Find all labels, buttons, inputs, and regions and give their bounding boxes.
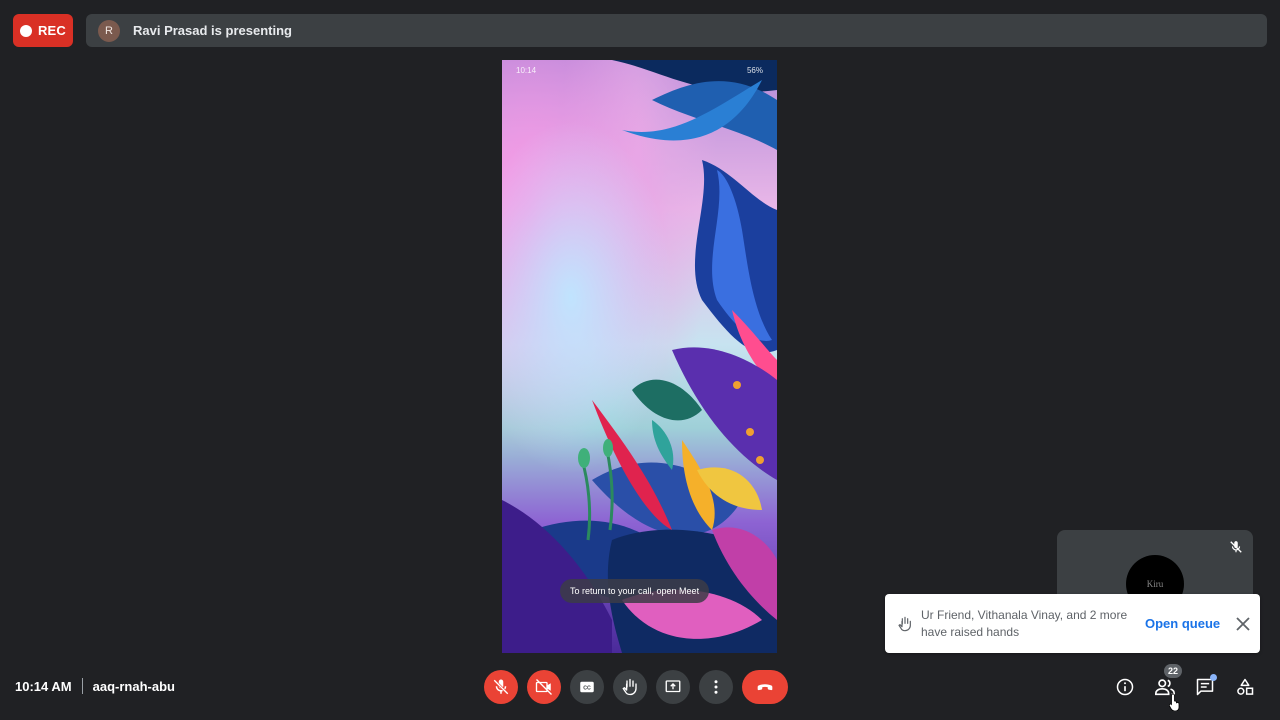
recording-label: REC [37,23,67,38]
footer-divider [81,678,83,694]
raise-hand-icon [622,678,637,696]
leave-call-button[interactable] [742,670,788,704]
participant-count-badge: 22 [1164,664,1182,678]
shared-wallpaper [502,60,777,653]
present-screen-icon [665,680,681,693]
record-dot-icon [19,24,32,37]
mouse-cursor-icon [1169,693,1180,711]
meeting-details-button[interactable] [1108,670,1142,704]
meeting-details: 10:14 AM aaq-rnah-abu [15,678,175,694]
activities-button[interactable] [1228,670,1262,704]
toggle-mic-button[interactable] [484,670,518,704]
close-notification-button[interactable] [1234,615,1252,633]
chat-button[interactable] [1188,670,1222,704]
self-view-tile[interactable]: Kiru [1057,530,1253,600]
mic-off-icon [493,679,509,695]
more-options-icon [714,680,718,694]
return-to-call-toast: To return to your call, open Meet [560,579,710,603]
call-controls: CC [484,670,788,704]
captions-button[interactable]: CC [570,670,604,704]
svg-text:CC: CC [583,685,591,691]
closed-captions-icon: CC [580,681,594,693]
chat-unread-dot [1210,674,1217,681]
notification-text: Ur Friend, Vithanala Vinay, and 2 more h… [921,607,1128,639]
clock-time: 10:14 AM [15,678,72,694]
camera-off-icon [535,679,552,695]
more-options-button[interactable] [699,670,733,704]
close-icon [1236,616,1250,631]
recording-badge: REC [13,14,73,47]
activities-icon [1237,678,1254,695]
end-call-icon [757,684,773,691]
phone-status-battery: 56% [746,66,763,75]
toggle-camera-button[interactable] [527,670,561,704]
presenter-avatar: R [98,19,120,42]
side-controls: 22 [1108,664,1262,704]
open-queue-button[interactable]: Open queue [1145,616,1220,631]
meeting-code: aaq-rnah-abu [92,678,175,694]
info-icon [1116,678,1134,696]
mic-off-icon [1230,541,1242,553]
phone-status-time: 10:14 [516,66,537,75]
phone-status-bar: 10:14 56% [516,66,763,75]
raise-hand-button[interactable] [613,670,647,704]
present-now-button[interactable] [656,670,690,704]
raise-hand-icon [898,616,911,631]
presenting-text: Ravi Prasad is presenting [133,23,292,38]
shared-screen: 10:14 56% To return to your call, open M… [502,60,777,653]
presenting-banner: R Ravi Prasad is presenting [86,14,1267,47]
raised-hands-notification: Ur Friend, Vithanala Vinay, and 2 more h… [885,594,1260,653]
